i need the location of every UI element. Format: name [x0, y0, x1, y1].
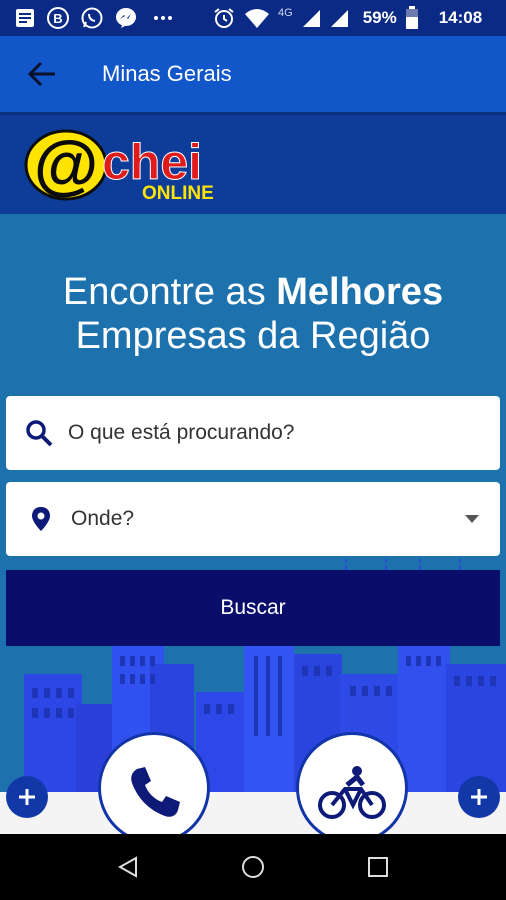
- headline-part2: Empresas da Região: [75, 315, 431, 357]
- search-where-placeholder: Onde?: [71, 507, 135, 530]
- logo-at-symbol: @: [34, 127, 98, 201]
- delivery-button[interactable]: [296, 732, 408, 844]
- search-icon: [26, 420, 53, 447]
- nav-home-icon[interactable]: [241, 855, 265, 879]
- messenger-icon: [116, 8, 136, 28]
- achei-online-logo[interactable]: @ chei ONLINE: [14, 117, 254, 213]
- svg-text:B: B: [53, 11, 62, 26]
- logo-sub: ONLINE: [142, 183, 214, 204]
- hero-headline: Encontre as Melhores Empresas da Região: [0, 270, 506, 358]
- clock: 14:08: [438, 8, 483, 27]
- search-where-select[interactable]: Onde?: [6, 482, 500, 556]
- bottom-strip: [0, 792, 506, 834]
- dropdown-arrow-icon: [465, 515, 479, 523]
- bicycle-icon: [318, 766, 386, 819]
- news-icon: [16, 9, 34, 27]
- whatsapp-icon: [81, 7, 103, 29]
- add-button-right[interactable]: [458, 776, 500, 818]
- status-bar: B 4G 59% 14:08: [0, 0, 506, 36]
- arrow-left-icon: [27, 61, 55, 87]
- add-button-left[interactable]: [6, 776, 48, 818]
- location-pin-icon: [32, 507, 50, 531]
- app-bar-title: Minas Gerais: [102, 61, 232, 86]
- call-button[interactable]: [98, 732, 210, 844]
- signal-icon: [330, 10, 348, 27]
- plus-icon: [19, 789, 35, 805]
- alarm-icon: [214, 8, 234, 28]
- b-icon: B: [47, 7, 69, 29]
- signal-icon: [302, 10, 320, 27]
- plus-icon: [471, 789, 487, 805]
- more-icon: [154, 16, 172, 20]
- search-what-field[interactable]: O que está procurando?: [6, 396, 500, 470]
- nav-recents-icon[interactable]: [366, 855, 390, 879]
- headline-part1: Encontre as: [62, 271, 277, 313]
- battery-percent: 59%: [362, 8, 397, 27]
- phone-icon: [131, 767, 180, 817]
- app-bar: Minas Gerais: [0, 36, 506, 112]
- nav-back-icon[interactable]: [116, 855, 140, 879]
- back-button[interactable]: [22, 56, 62, 92]
- wifi-icon: [245, 9, 269, 28]
- logo-band: @ chei ONLINE: [0, 112, 506, 214]
- search-button[interactable]: Buscar: [6, 570, 500, 646]
- headline-bold: Melhores: [276, 271, 444, 313]
- search-what-placeholder: O que está procurando?: [68, 421, 295, 444]
- hero-section: Encontre as Melhores Empresas da Região …: [0, 214, 506, 834]
- network-type-label: 4G: [278, 7, 293, 19]
- battery-icon: [405, 6, 418, 29]
- logo-word: chei: [102, 134, 202, 190]
- system-nav-bar: [0, 834, 506, 900]
